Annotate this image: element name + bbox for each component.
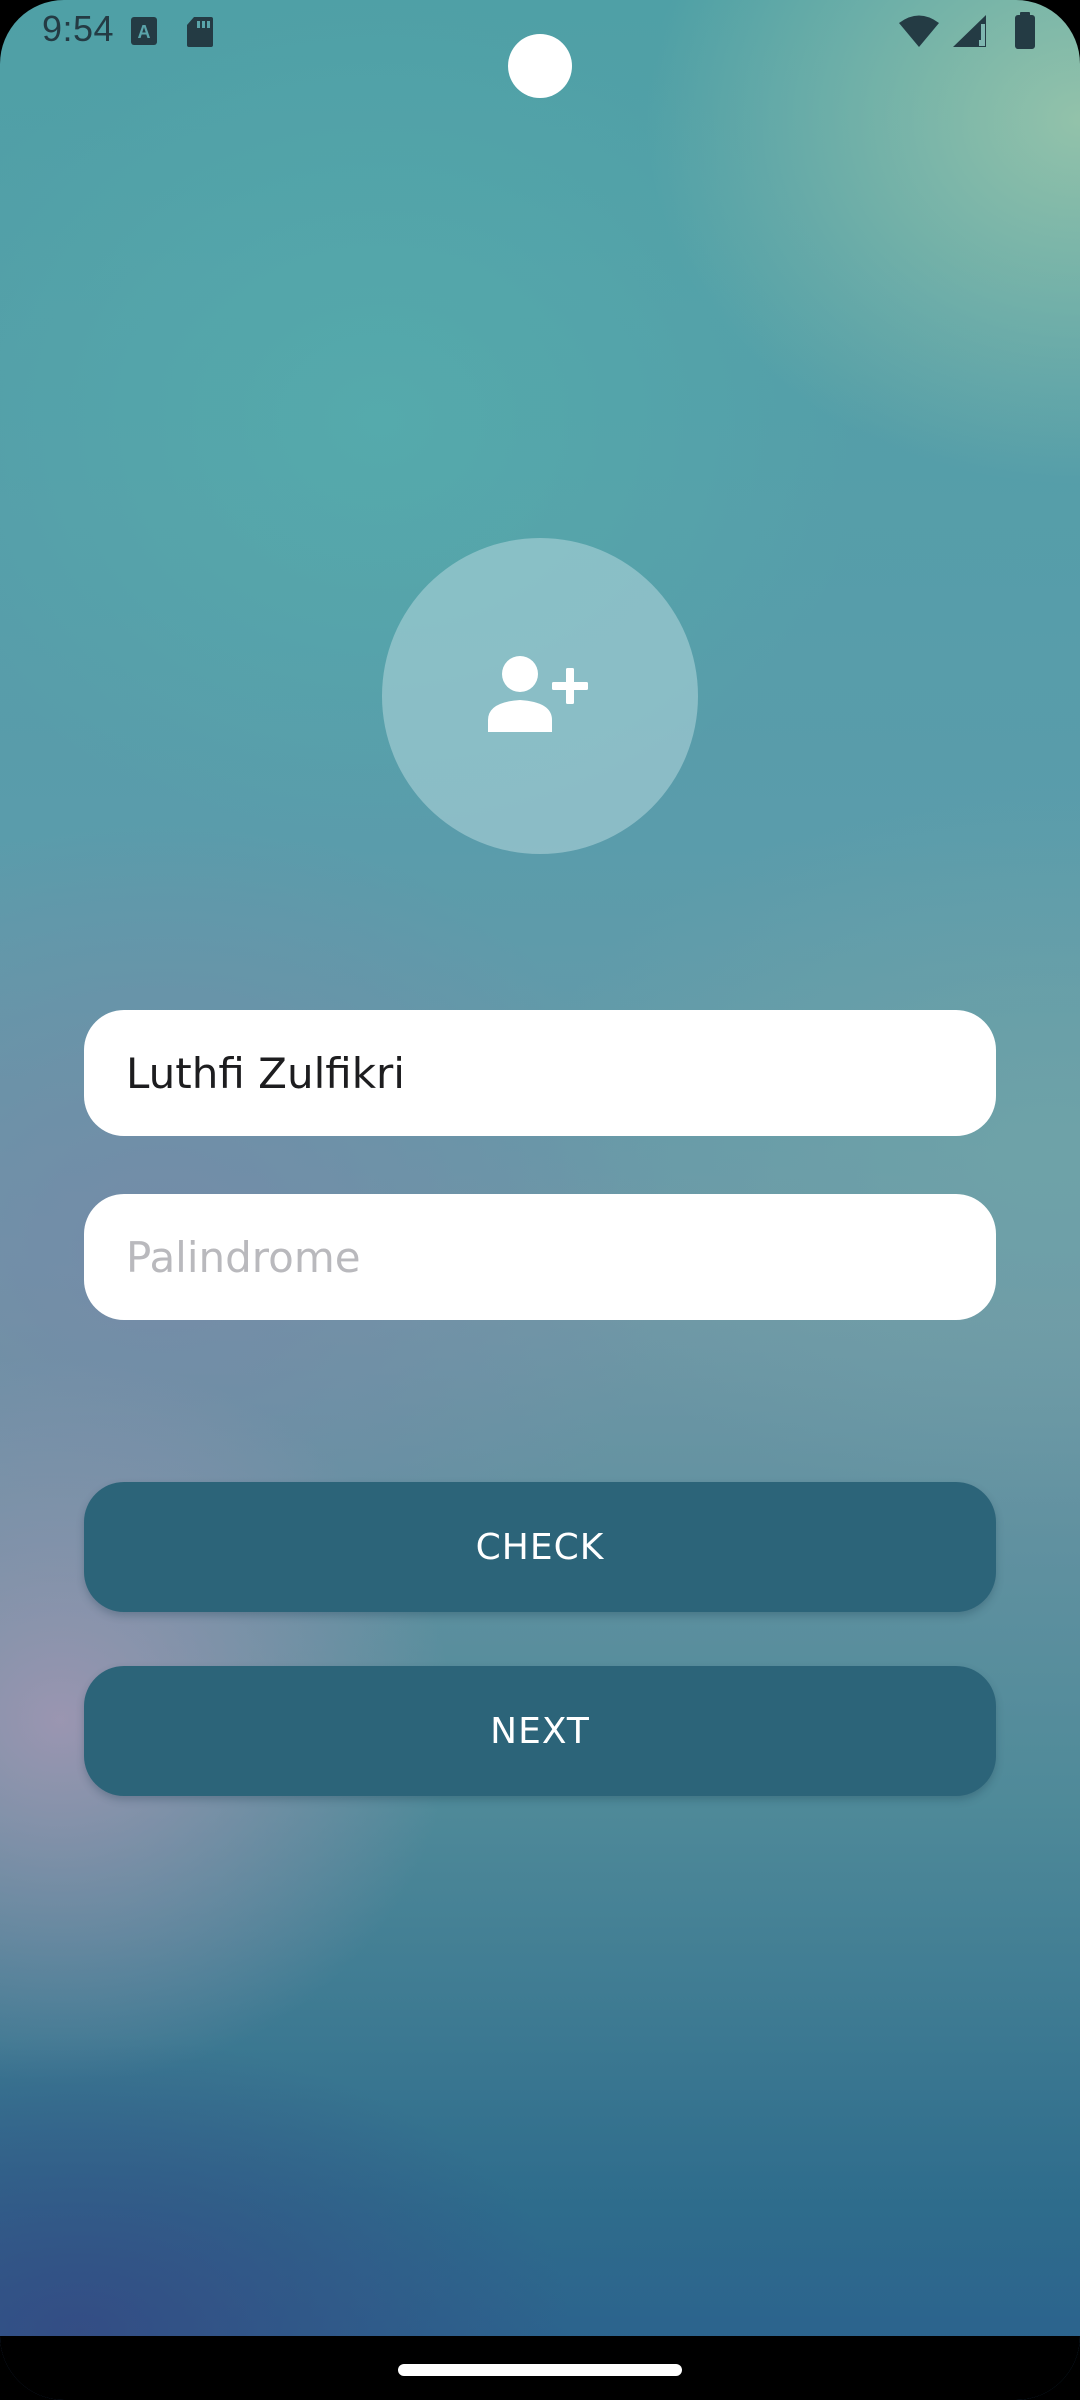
- camera-cutout: [508, 34, 572, 98]
- screen: 9:54 A Luthfi Zulfikri Palindrome CHECK …: [0, 0, 1080, 2400]
- name-input[interactable]: [84, 1010, 996, 1136]
- avatar-picker[interactable]: [382, 538, 698, 854]
- status-time: 9:54: [42, 8, 115, 49]
- wifi-icon: [898, 14, 940, 53]
- palindrome-input[interactable]: [84, 1194, 996, 1320]
- signal-icon: [952, 14, 988, 53]
- navigation-bar: [0, 2336, 1080, 2400]
- next-button[interactable]: NEXT: [84, 1666, 996, 1796]
- keyboard-a-icon: A: [130, 16, 158, 51]
- check-button[interactable]: CHECK: [84, 1482, 996, 1612]
- home-indicator[interactable]: [398, 2364, 682, 2376]
- battery-icon: [1014, 12, 1036, 55]
- sd-card-icon: [186, 16, 214, 53]
- svg-text:A: A: [138, 22, 151, 42]
- add-person-icon: [488, 654, 592, 739]
